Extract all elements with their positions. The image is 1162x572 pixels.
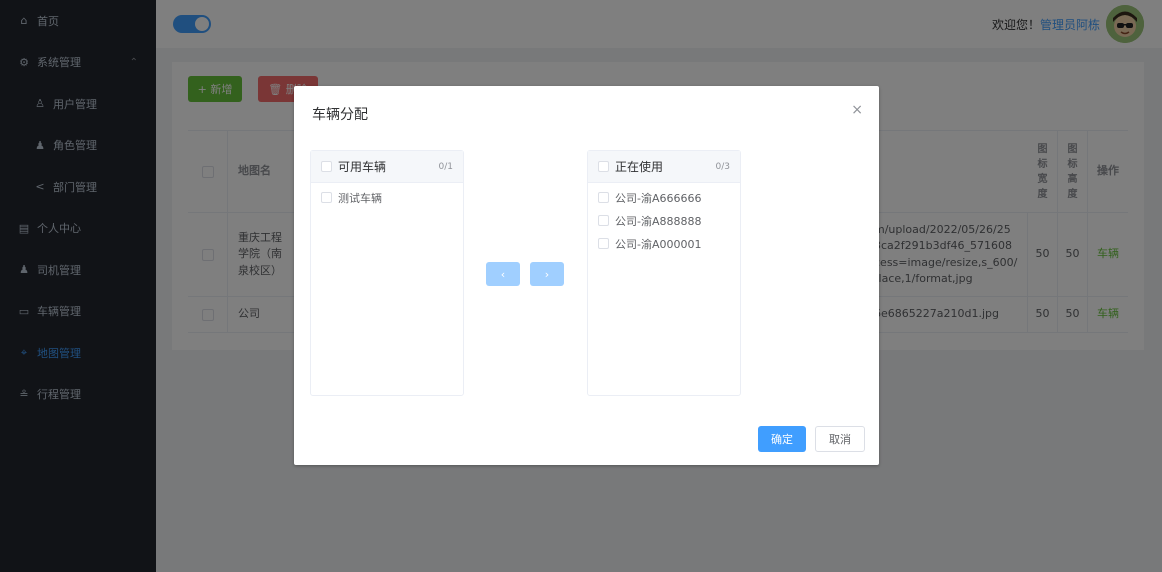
- move-right-button[interactable]: ›: [530, 262, 564, 286]
- item-checkbox[interactable]: [321, 192, 332, 203]
- available-select-all-checkbox[interactable]: [321, 161, 332, 172]
- in-use-panel-title: 正在使用: [615, 160, 664, 174]
- dialog-title: 车辆分配: [312, 107, 368, 123]
- available-panel-header: 可用车辆 0/1: [311, 151, 463, 183]
- in-use-count: 0/3: [715, 161, 730, 172]
- close-icon[interactable]: ×: [851, 102, 863, 118]
- confirm-button[interactable]: 确定: [758, 426, 806, 452]
- list-item[interactable]: 公司-渝A888888: [588, 209, 740, 232]
- list-item[interactable]: 公司-渝A000001: [588, 232, 740, 255]
- available-list: 测试车辆: [311, 183, 463, 209]
- chevron-right-icon: ›: [544, 267, 550, 281]
- chevron-left-icon: ‹: [500, 267, 506, 281]
- in-use-list: 公司-渝A666666 公司-渝A888888 公司-渝A000001: [588, 183, 740, 255]
- list-item[interactable]: 测试车辆: [311, 186, 463, 209]
- item-checkbox[interactable]: [598, 192, 609, 203]
- in-use-select-all-checkbox[interactable]: [598, 161, 609, 172]
- cancel-button[interactable]: 取消: [815, 426, 865, 452]
- item-label: 测试车辆: [338, 191, 382, 205]
- item-checkbox[interactable]: [598, 215, 609, 226]
- move-left-button[interactable]: ‹: [486, 262, 520, 286]
- item-label: 公司-渝A000001: [615, 237, 702, 251]
- available-vehicles-panel: 可用车辆 0/1 测试车辆: [310, 150, 464, 396]
- list-item[interactable]: 公司-渝A666666: [588, 186, 740, 209]
- available-count: 0/1: [438, 161, 453, 172]
- in-use-vehicles-panel: 正在使用 0/3 公司-渝A666666 公司-渝A888888 公司-渝A00…: [587, 150, 741, 396]
- vehicle-assignment-dialog: 车辆分配 × 可用车辆 0/1 测试车辆 ‹ › 正在使用 0/3 公司-渝A6…: [294, 86, 879, 465]
- in-use-panel-header: 正在使用 0/3: [588, 151, 740, 183]
- item-checkbox[interactable]: [598, 238, 609, 249]
- item-label: 公司-渝A888888: [615, 214, 702, 228]
- item-label: 公司-渝A666666: [615, 191, 702, 205]
- available-panel-title: 可用车辆: [338, 160, 387, 174]
